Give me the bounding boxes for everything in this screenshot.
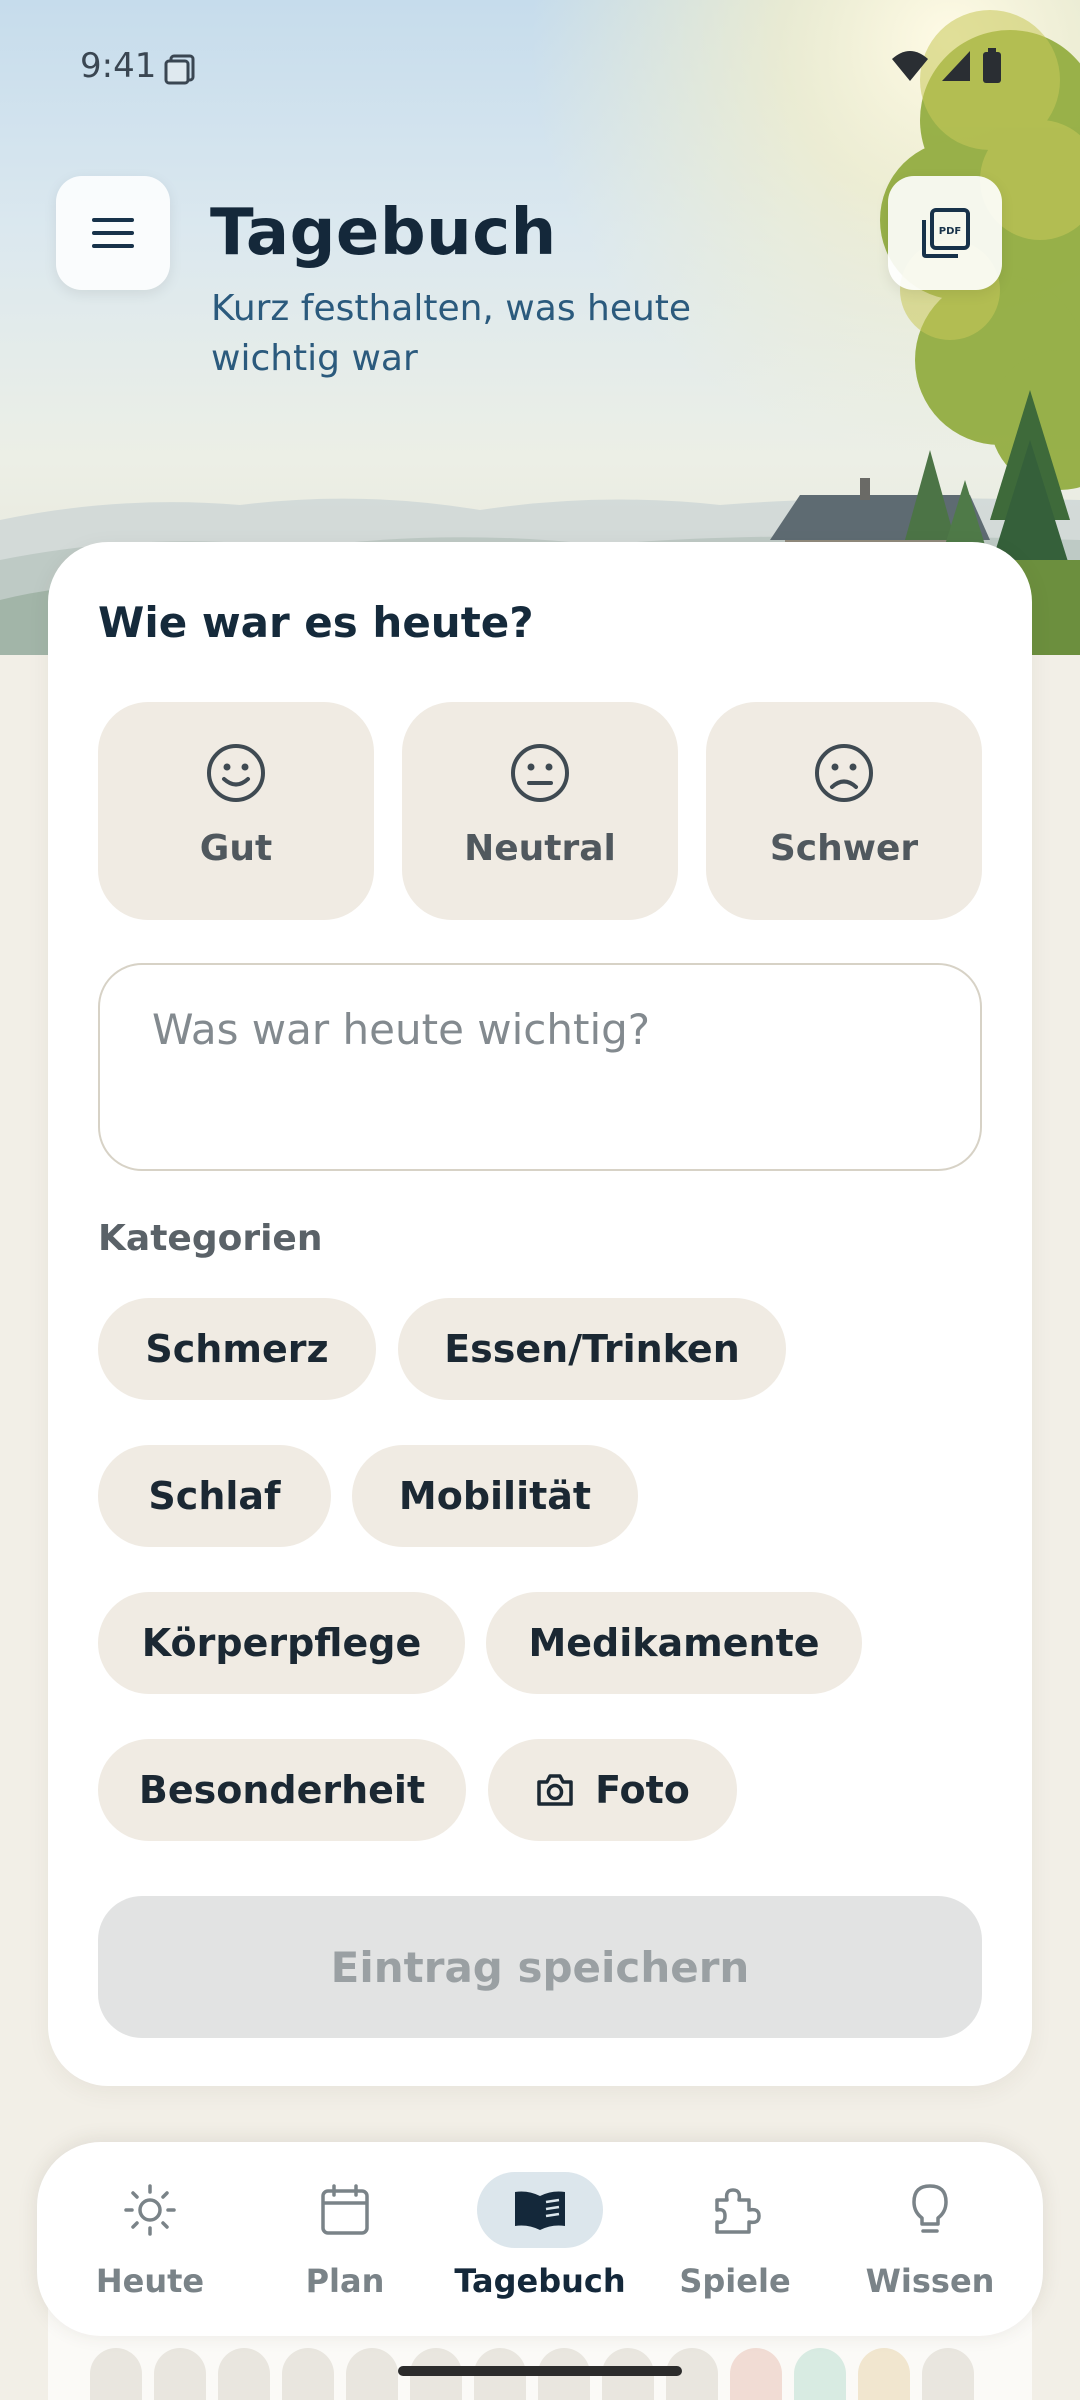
- nav-label-plan: Plan: [305, 2262, 385, 2300]
- nav-item-heute[interactable]: Heute: [52, 2142, 248, 2336]
- category-chip-medikamente[interactable]: Medikamente: [486, 1592, 862, 1694]
- chip-label: Medikamente: [528, 1621, 820, 1665]
- nav-item-wissen[interactable]: Wissen: [832, 2142, 1028, 2336]
- status-time: 9:41: [80, 46, 157, 86]
- status-bar: 9:41: [0, 0, 1080, 135]
- category-chip-mobilitaet[interactable]: Mobilität: [352, 1445, 638, 1547]
- nav-item-tagebuch[interactable]: Tagebuch: [442, 2142, 638, 2336]
- journal-entry-card: Wie war es heute? Gut Neutral Schwer Was…: [48, 542, 1032, 2086]
- nav-item-plan[interactable]: Plan: [247, 2142, 443, 2336]
- chip-label: Schlaf: [148, 1474, 281, 1518]
- home-indicator[interactable]: [398, 2366, 682, 2376]
- mood-option-schwer[interactable]: Schwer: [706, 702, 982, 920]
- category-chip-essen-trinken[interactable]: Essen/Trinken: [398, 1298, 786, 1400]
- mood-label-neutral: Neutral: [464, 828, 616, 869]
- categories-label: Kategorien: [98, 1218, 323, 1259]
- category-chip-schlaf[interactable]: Schlaf: [98, 1445, 331, 1547]
- mood-heading: Wie war es heute?: [98, 598, 534, 647]
- menu-button[interactable]: [56, 176, 170, 290]
- nav-icon-container: [867, 2172, 993, 2248]
- nav-icon-container-active: [477, 2172, 603, 2248]
- smile-icon: [207, 744, 265, 802]
- note-input[interactable]: Was war heute wichtig?: [98, 963, 982, 1171]
- mood-option-neutral[interactable]: Neutral: [402, 702, 678, 920]
- battery-icon: [983, 48, 1001, 83]
- book-icon: [515, 2191, 565, 2230]
- sad-face-icon: [815, 744, 873, 802]
- status-icons: [890, 48, 1002, 84]
- photo-button[interactable]: Foto: [488, 1739, 737, 1841]
- page-title: Tagebuch: [210, 196, 557, 270]
- hamburger-menu-icon: [92, 218, 134, 248]
- wifi-icon: [892, 51, 928, 81]
- bottom-navigation: Heute Plan Tagebuch Spiele Wissen: [37, 2142, 1043, 2336]
- sun-icon: [124, 2184, 176, 2236]
- chip-label: Körperpflege: [141, 1621, 422, 1665]
- chip-label: Essen/Trinken: [444, 1327, 740, 1371]
- signal-icon: [942, 51, 970, 81]
- nav-icon-container: [282, 2172, 408, 2248]
- mood-label-schwer: Schwer: [769, 828, 919, 869]
- pdf-export-button[interactable]: PDF: [888, 176, 1002, 290]
- pdf-icon: PDF: [922, 208, 970, 258]
- chip-label: Besonderheit: [138, 1768, 426, 1812]
- calendar-icon: [321, 2184, 369, 2235]
- save-entry-button[interactable]: Eintrag speichern: [98, 1896, 982, 2038]
- nav-label-heute: Heute: [95, 2262, 205, 2300]
- nav-icon-container: [672, 2172, 798, 2248]
- category-chip-koerperpflege[interactable]: Körperpflege: [98, 1592, 465, 1694]
- nav-item-spiele[interactable]: Spiele: [637, 2142, 833, 2336]
- mood-label-gut: Gut: [199, 828, 273, 869]
- camera-icon: [537, 1774, 573, 1806]
- lightbulb-icon: [912, 2184, 948, 2233]
- chip-label: Mobilität: [398, 1474, 592, 1518]
- chip-label: Schmerz: [145, 1327, 329, 1371]
- screen: 9:41 Tagebuch Kurz festhalten, was heute…: [0, 0, 1080, 2400]
- category-chip-schmerz[interactable]: Schmerz: [98, 1298, 376, 1400]
- nav-label-wissen: Wissen: [865, 2262, 995, 2300]
- svg-text:PDF: PDF: [939, 226, 961, 237]
- notification-icon: [164, 54, 195, 85]
- nav-icon-container: [87, 2172, 213, 2248]
- page-subtitle: Kurz festhalten, was heute wichtig war: [211, 288, 692, 379]
- mood-options: Gut Neutral Schwer: [98, 702, 982, 920]
- nav-label-spiele: Spiele: [679, 2262, 791, 2300]
- mood-option-gut[interactable]: Gut: [98, 702, 374, 920]
- chip-label: Foto: [595, 1768, 690, 1812]
- puzzle-icon: [715, 2188, 761, 2234]
- nav-label-tagebuch: Tagebuch: [454, 2262, 626, 2300]
- neutral-face-icon: [511, 744, 569, 802]
- category-chip-besonderheit[interactable]: Besonderheit: [98, 1739, 466, 1841]
